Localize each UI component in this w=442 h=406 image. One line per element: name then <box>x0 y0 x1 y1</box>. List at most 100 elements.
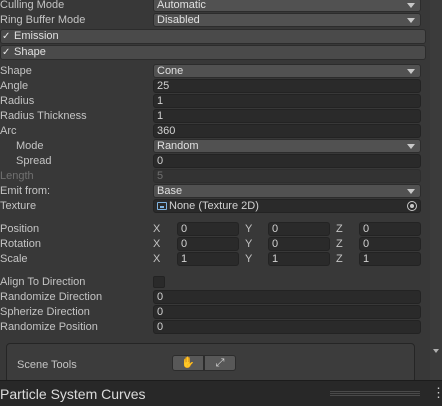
randomize-direction-row: Randomize Direction 0 <box>0 290 430 305</box>
scroll-down-arrow-icon[interactable] <box>433 349 439 353</box>
radius-field[interactable]: 1 <box>153 94 421 108</box>
radius-label[interactable]: Radius <box>0 95 34 108</box>
position-y-label[interactable]: Y <box>245 223 252 236</box>
angle-row: Angle 25 <box>0 79 430 94</box>
ring-buffer-mode-label: Ring Buffer Mode <box>0 14 86 26</box>
align-to-direction-label: Align To Direction <box>0 276 86 288</box>
checkmark-icon[interactable]: ✓ <box>2 30 10 43</box>
checkmark-icon[interactable]: ✓ <box>2 46 10 59</box>
ring-buffer-mode-dropdown[interactable]: Disabled <box>153 13 421 27</box>
texture-icon <box>157 202 167 210</box>
spherize-direction-field[interactable]: 0 <box>153 305 421 319</box>
position-y-field[interactable]: 0 <box>268 222 330 236</box>
texture-row: Texture None (Texture 2D) <box>0 199 430 214</box>
shape-row: Shape Cone <box>0 64 430 79</box>
mode-dropdown[interactable]: Random <box>153 139 421 153</box>
spherize-direction-label[interactable]: Spherize Direction <box>0 306 90 319</box>
align-to-direction-row: Align To Direction <box>0 275 430 290</box>
spread-field[interactable]: 0 <box>153 154 421 168</box>
scene-tools-box: Scene Tools ✋ ⤢ <box>6 343 415 380</box>
rotation-y-label[interactable]: Y <box>245 238 252 251</box>
rotation-x-field[interactable]: 0 <box>177 237 239 251</box>
more-options-icon[interactable]: ⋮ <box>432 386 442 400</box>
scale-y-field[interactable]: 1 <box>268 252 330 266</box>
edit-shape-button[interactable]: ✋ <box>172 355 204 371</box>
radius-row: Radius 1 <box>0 94 430 109</box>
texture-label: Texture <box>0 200 37 212</box>
resize-grip-icon[interactable] <box>330 391 420 396</box>
arc-label[interactable]: Arc <box>0 125 17 138</box>
emit-from-value: Base <box>157 185 183 197</box>
vertical-scrollbar[interactable] <box>430 0 442 380</box>
chevron-down-icon <box>407 144 415 149</box>
chevron-down-icon <box>407 18 415 23</box>
rotation-row: Rotation X 0 Y 0 Z 0 <box>0 237 430 252</box>
shape-dropdown[interactable]: Cone <box>153 64 421 78</box>
rotation-z-label[interactable]: Z <box>336 238 343 251</box>
scene-tools-label: Scene Tools <box>17 359 77 371</box>
object-picker-icon[interactable] <box>407 201 417 211</box>
emit-from-label: Emit from: <box>0 185 51 197</box>
scale-x-field[interactable]: 1 <box>177 252 239 266</box>
rotation-z-field[interactable]: 0 <box>359 237 421 251</box>
rotation-label: Rotation <box>0 238 41 250</box>
shape-module-label: Shape <box>14 46 46 58</box>
randomize-position-row: Randomize Position 0 <box>0 320 430 335</box>
chevron-down-icon <box>407 3 415 8</box>
scale-row: Scale X 1 Y 1 Z 1 <box>0 252 430 267</box>
align-to-direction-checkbox[interactable] <box>153 276 165 288</box>
inspector-panel: Culling Mode Automatic Ring Buffer Mode … <box>0 0 430 380</box>
texture-value: None (Texture 2D) <box>169 200 259 212</box>
position-label: Position <box>0 223 40 235</box>
scale-x-label[interactable]: X <box>153 253 160 266</box>
scale-tool-button[interactable]: ⤢ <box>204 355 236 371</box>
arc-row: Arc 360 <box>0 124 430 139</box>
culling-mode-value: Automatic <box>157 0 206 11</box>
length-field: 5 <box>153 169 421 183</box>
culling-mode-row: Culling Mode Automatic <box>0 0 430 13</box>
emission-module-header[interactable]: ✓ Emission <box>0 29 426 44</box>
length-label: Length <box>0 170 34 182</box>
mode-row: Mode Random <box>0 139 430 154</box>
chevron-down-icon <box>407 189 415 194</box>
radius-thickness-row: Radius Thickness 1 <box>0 109 430 124</box>
angle-label[interactable]: Angle <box>0 80 28 93</box>
rotation-x-label[interactable]: X <box>153 238 160 251</box>
scale-y-label[interactable]: Y <box>245 253 252 266</box>
emission-module-label: Emission <box>14 30 59 42</box>
randomize-direction-label[interactable]: Randomize Direction <box>0 291 102 304</box>
position-x-field[interactable]: 0 <box>177 222 239 236</box>
mode-label: Mode <box>16 140 44 152</box>
position-z-field[interactable]: 0 <box>359 222 421 236</box>
position-row: Position X 0 Y 0 Z 0 <box>0 222 430 237</box>
scale-label: Scale <box>0 253 28 265</box>
arc-field[interactable]: 360 <box>153 124 421 138</box>
ring-buffer-mode-row: Ring Buffer Mode Disabled <box>0 13 430 28</box>
shape-module-header[interactable]: ✓ Shape <box>0 45 426 60</box>
radius-thickness-field[interactable]: 1 <box>153 109 421 123</box>
emit-from-dropdown[interactable]: Base <box>153 184 421 198</box>
shape-label: Shape <box>0 65 32 77</box>
particle-system-curves-title: Particle System Curves <box>0 386 146 402</box>
scale-z-label[interactable]: Z <box>336 253 343 266</box>
length-row: Length 5 <box>0 169 430 184</box>
angle-field[interactable]: 25 <box>153 79 421 93</box>
ring-buffer-mode-value: Disabled <box>157 14 200 26</box>
chevron-down-icon <box>407 69 415 74</box>
randomize-direction-field[interactable]: 0 <box>153 290 421 304</box>
spread-row: Spread 0 <box>0 154 430 169</box>
culling-mode-label: Culling Mode <box>0 0 65 11</box>
rotation-y-field[interactable]: 0 <box>268 237 330 251</box>
randomize-position-field[interactable]: 0 <box>153 320 421 334</box>
position-z-label[interactable]: Z <box>336 223 343 236</box>
radius-thickness-label[interactable]: Radius Thickness <box>0 110 87 123</box>
shape-value: Cone <box>157 65 184 77</box>
randomize-position-label[interactable]: Randomize Position <box>0 321 98 334</box>
scale-z-field[interactable]: 1 <box>359 252 421 266</box>
mode-value: Random <box>157 140 199 152</box>
position-x-label[interactable]: X <box>153 223 160 236</box>
spread-label[interactable]: Spread <box>16 155 51 168</box>
particle-system-curves-header[interactable]: Particle System Curves ⋮ <box>0 380 442 406</box>
texture-object-field[interactable]: None (Texture 2D) <box>153 199 421 213</box>
culling-mode-dropdown[interactable]: Automatic <box>153 0 421 12</box>
